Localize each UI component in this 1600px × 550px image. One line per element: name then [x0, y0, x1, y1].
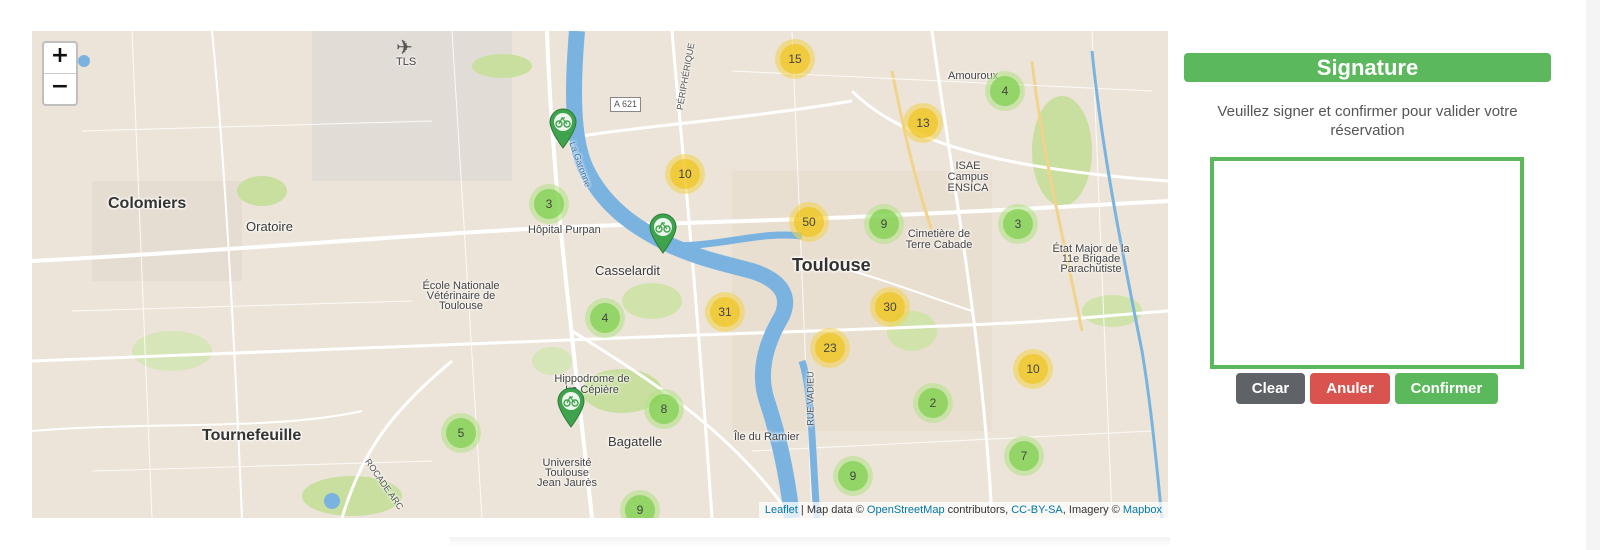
cluster-marker[interactable]: 10 — [665, 154, 705, 194]
map-label-isae: ISAE Campus ENSICA — [947, 160, 989, 194]
map-label-tournefeuille: Tournefeuille — [202, 427, 302, 444]
signature-instructions: Veuillez signer et confirmer pour valide… — [1217, 103, 1518, 139]
map-label-hopital-purpan: Hôpital Purpan — [528, 224, 601, 236]
clear-button[interactable]: Clear — [1236, 373, 1305, 404]
cluster-marker[interactable]: 4 — [585, 298, 625, 338]
bike-station-marker-icon[interactable] — [548, 107, 578, 149]
attribution-text: contributors, — [944, 504, 1012, 516]
map-label-casselardit: Casselardit — [595, 263, 661, 278]
page-scrollbar[interactable] — [1586, 0, 1600, 550]
map-view[interactable]: ✈ TLS A 621 Colomiers Oratoire Hôpital P… — [32, 31, 1168, 518]
map-label-bagatelle: Bagatelle — [608, 434, 663, 449]
cluster-marker[interactable]: 23 — [810, 328, 850, 368]
confirm-button[interactable]: Confirmer — [1395, 373, 1498, 404]
map-label-universite: Université Toulouse Jean Jaurès — [537, 457, 597, 489]
map-label-toulouse: Toulouse — [792, 255, 871, 275]
attribution-text: , Imagery © — [1062, 504, 1123, 516]
cluster-marker[interactable]: 3 — [529, 184, 569, 224]
cluster-marker[interactable]: 8 — [644, 389, 684, 429]
map-label-colomiers: Colomiers — [108, 195, 187, 212]
map-label-oratoire: Oratoire — [246, 219, 293, 234]
leaflet-link[interactable]: Leaflet — [765, 504, 798, 516]
cluster-marker[interactable]: 10 — [1013, 349, 1053, 389]
signature-pad[interactable] — [1210, 157, 1524, 369]
cluster-marker[interactable]: 50 — [789, 202, 829, 242]
license-link[interactable]: CC-BY-SA — [1011, 504, 1063, 516]
openstreetmap-link[interactable]: OpenStreetMap — [867, 504, 945, 516]
cluster-marker[interactable]: 13 — [903, 103, 943, 143]
cluster-marker[interactable]: 9 — [833, 456, 873, 496]
cancel-button[interactable]: Anuler — [1310, 373, 1390, 404]
map-label-cimetiere: Cimetière de Terre Cabade — [905, 228, 973, 251]
zoom-in-button[interactable]: + — [44, 43, 76, 73]
cluster-marker[interactable]: 30 — [870, 287, 910, 327]
cluster-marker[interactable]: 5 — [441, 413, 481, 453]
map-label-ile-du-ramier: Île du Ramier — [734, 431, 800, 443]
cluster-marker[interactable]: 9 — [864, 204, 904, 244]
bottom-divider — [450, 537, 1170, 547]
mapbox-link[interactable]: Mapbox — [1123, 504, 1162, 516]
zoom-control: + − — [42, 41, 78, 106]
cluster-marker[interactable]: 31 — [705, 292, 745, 332]
road-shield-a621: A 621 — [610, 97, 642, 112]
zoom-out-button[interactable]: − — [44, 73, 76, 104]
bike-station-marker-icon[interactable] — [648, 212, 678, 254]
map-label-tls: TLS — [396, 56, 417, 68]
cluster-marker[interactable]: 2 — [913, 383, 953, 423]
map-attribution: Leaflet | Map data © OpenStreetMap contr… — [758, 502, 1168, 518]
map-label-rue-vadieu: RUE VADIEU — [805, 371, 816, 426]
map-label-etat-major: État Major de la 11e Brigade Parachutist… — [1052, 243, 1130, 275]
cluster-marker[interactable]: 3 — [998, 204, 1038, 244]
signature-title: Signature — [1184, 53, 1551, 82]
attribution-text: | Map data © — [797, 504, 867, 516]
cluster-marker[interactable]: 7 — [1004, 436, 1044, 476]
cluster-marker[interactable]: 4 — [985, 71, 1025, 111]
map-label-ecole-veterinaire: École Nationale Vétérinaire de Toulouse — [422, 280, 500, 312]
cluster-marker[interactable]: 15 — [775, 39, 815, 79]
bike-station-marker-icon[interactable] — [556, 386, 586, 428]
